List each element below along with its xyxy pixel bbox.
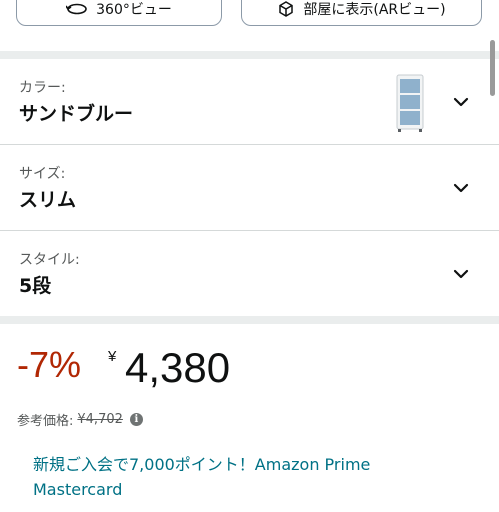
- discount-percent: -7%: [17, 344, 82, 385]
- color-thumbnail[interactable]: [394, 73, 426, 133]
- chevron-down-icon[interactable]: [453, 178, 469, 197]
- variation-value: スリム: [19, 189, 77, 211]
- product-detail-page: 360°ビュー 部屋に表示(ARビュー) カラー: サンドブルー サイズ: スリ…: [0, 0, 499, 512]
- variation-row-style[interactable]: スタイル: 5段: [0, 231, 499, 316]
- chevron-down-icon[interactable]: [453, 264, 469, 283]
- section-divider: [0, 51, 499, 59]
- variation-label: スタイル:: [19, 252, 80, 268]
- variation-label: サイズ:: [19, 166, 66, 182]
- view-360-button[interactable]: 360°ビュー: [16, 0, 222, 26]
- variation-value: 5段: [19, 275, 52, 297]
- section-divider: [0, 316, 499, 324]
- variation-row-size[interactable]: サイズ: スリム: [0, 145, 499, 230]
- reference-price-row: 参考価格: ¥4,702 i: [17, 410, 143, 429]
- ar-cube-icon: [277, 0, 295, 18]
- info-icon[interactable]: i: [129, 413, 143, 426]
- price-amount: 4,380: [125, 344, 231, 391]
- rotate-360-icon: [66, 2, 88, 16]
- variation-label: カラー:: [19, 80, 66, 96]
- ar-view-button[interactable]: 部屋に表示(ARビュー): [241, 0, 482, 26]
- variation-value: サンドブルー: [19, 103, 134, 125]
- promo-link[interactable]: 新規ご入会で7,000ポイント！Amazon Prime Mastercard: [33, 452, 463, 502]
- variation-row-color[interactable]: カラー: サンドブルー: [0, 59, 499, 144]
- reference-price-label: 参考価格:: [17, 414, 74, 429]
- view-buttons-bar: 360°ビュー 部屋に表示(ARビュー): [0, 0, 499, 40]
- reference-price-value: ¥4,702: [77, 412, 123, 427]
- currency-symbol: ¥: [108, 348, 117, 365]
- chevron-down-icon[interactable]: [453, 92, 469, 111]
- ar-view-label: 部屋に表示(ARビュー): [303, 2, 446, 18]
- view-360-label: 360°ビュー: [96, 2, 172, 18]
